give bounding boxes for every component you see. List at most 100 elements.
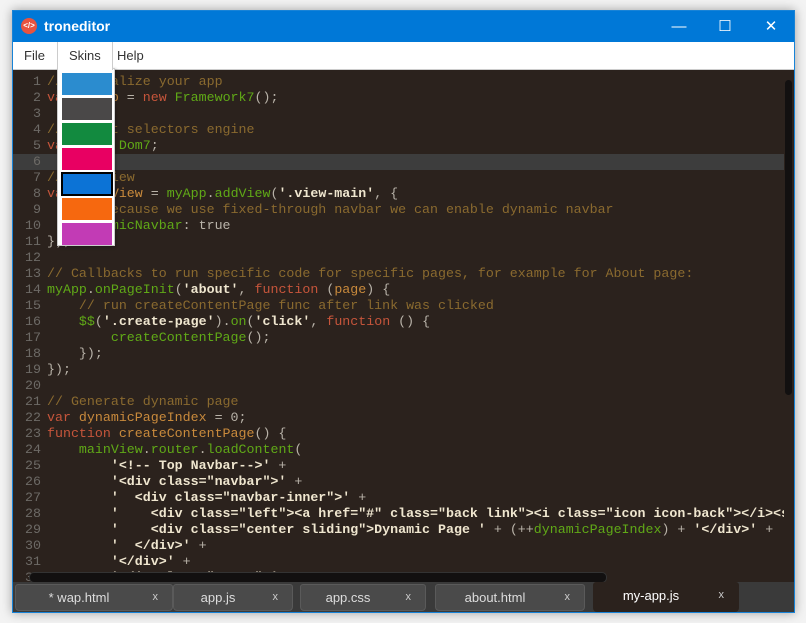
- maximize-button[interactable]: ☐: [702, 11, 748, 42]
- code-line[interactable]: 8var mainView = myApp.addView('.view-mai…: [13, 186, 784, 202]
- code-token: (: [246, 314, 255, 329]
- menu-skins[interactable]: Skins: [57, 42, 113, 70]
- app-logo-icon: </>: [21, 18, 37, 34]
- code-line[interactable]: 27 ' <div class="navbar-inner">' +: [13, 490, 784, 506]
- tab-close-icon[interactable]: x: [153, 585, 159, 610]
- line-number: 3: [33, 106, 41, 121]
- code-line[interactable]: 30 ' </div>' +: [13, 538, 784, 554]
- line-number: 21: [25, 394, 41, 409]
- line-number: 14: [25, 282, 41, 297]
- code-line[interactable]: 7// Add view: [13, 170, 784, 186]
- code-line[interactable]: 18 });: [13, 346, 784, 362]
- code-line[interactable]: 22 var dynamicPageIndex = 0;: [13, 410, 784, 426]
- tab-close-icon[interactable]: x: [719, 583, 725, 608]
- code-token: myApp: [47, 282, 87, 297]
- code-token: addView: [214, 186, 271, 201]
- tab-bar: * wap.html x app.js x app.css x about.html x my-…: [13, 582, 794, 612]
- line-number: 29: [25, 522, 41, 537]
- code-line[interactable]: 1// Initialize your app: [13, 74, 784, 90]
- skin-swatch[interactable]: [62, 198, 112, 220]
- skin-swatch[interactable]: [62, 148, 112, 170]
- code-line[interactable]: 23 function createContentPage() {: [13, 426, 784, 442]
- code-token: +: [757, 522, 774, 537]
- line-number: 20: [25, 378, 41, 393]
- menu-help[interactable]: Help: [106, 42, 155, 69]
- line-number: 17: [25, 330, 41, 345]
- code-token: onPageInit: [94, 282, 175, 297]
- code-token: =: [118, 90, 143, 105]
- code-line[interactable]: 11});: [13, 234, 784, 250]
- code-line[interactable]: 20: [13, 378, 784, 394]
- code-line[interactable]: 14 myApp.onPageInit('about', function (pa…: [13, 282, 784, 298]
- code-line[interactable]: 21 // Generate dynamic page: [13, 394, 784, 410]
- code-token: (: [174, 282, 183, 297]
- code-token: '<!-- Top Navbar-->': [110, 458, 271, 473]
- line-number: 27: [25, 490, 41, 505]
- skin-swatch[interactable]: [62, 73, 112, 95]
- code-line[interactable]: 6: [13, 154, 784, 170]
- code-line[interactable]: 13 // Callbacks to run specific code for …: [13, 266, 784, 282]
- code-token: $$: [78, 314, 95, 329]
- tab-label: * wap.html: [48, 590, 110, 605]
- tab-close-icon[interactable]: x: [273, 585, 279, 610]
- file-tab[interactable]: about.html x: [435, 584, 585, 611]
- menu-file[interactable]: File: [13, 42, 56, 69]
- code-token: (: [94, 314, 103, 329]
- code-line[interactable]: 24 mainView.router.loadContent(: [13, 442, 784, 458]
- code-line[interactable]: 5var $$ = Dom7;: [13, 138, 784, 154]
- line-number: 7: [33, 170, 41, 185]
- code-token: on: [230, 314, 247, 329]
- code-token: dynamicPageIndex: [533, 522, 662, 537]
- line-number: 10: [25, 218, 41, 233]
- code-line[interactable]: 12: [13, 250, 784, 266]
- line-number: 6: [33, 154, 41, 169]
- code-line[interactable]: 31 '</div>' +: [13, 554, 784, 570]
- tab-close-icon[interactable]: x: [565, 585, 571, 610]
- skin-swatch[interactable]: [62, 123, 112, 145]
- code-line[interactable]: 28 ' <div class="left"><a href="#" class…: [13, 506, 784, 522]
- code-line[interactable]: 4// Export selectors engine: [13, 122, 784, 138]
- code-token: ' <div class="left"><a href="#" class="b…: [110, 506, 784, 521]
- close-button[interactable]: ✕: [748, 11, 794, 42]
- code-token: myApp: [166, 186, 207, 201]
- code-token: .: [86, 282, 95, 297]
- code-token: '.create-page': [102, 314, 215, 329]
- skin-swatch[interactable]: [62, 98, 112, 120]
- code-editor[interactable]: 1// Initialize your app2var myApp = new …: [13, 70, 784, 582]
- code-line[interactable]: 15 // run createContentPage func after l…: [13, 298, 784, 314]
- file-tab[interactable]: app.css x: [300, 584, 426, 611]
- code-line[interactable]: 29 ' <div class="center sliding">Dynamic…: [13, 522, 784, 538]
- minimize-button[interactable]: —: [656, 11, 702, 42]
- tab-close-icon[interactable]: x: [406, 585, 412, 610]
- code-line[interactable]: 9 // Because we use fixed-through navbar…: [13, 202, 784, 218]
- code-line[interactable]: 25 '<!-- Top Navbar-->' +: [13, 458, 784, 474]
- code-line[interactable]: 3: [13, 106, 784, 122]
- skin-swatch[interactable]: [61, 172, 113, 196]
- code-line[interactable]: 19});: [13, 362, 784, 378]
- skins-dropdown: [57, 68, 115, 246]
- code-token: var: [47, 410, 79, 425]
- code-line[interactable]: 10 dynamicNavbar: true: [13, 218, 784, 234]
- skin-swatch[interactable]: [62, 223, 112, 245]
- code-token: function: [326, 314, 391, 329]
- line-number: 13: [25, 266, 41, 281]
- line-number: 26: [25, 474, 41, 489]
- code-token: // Callbacks to run specific code for sp…: [47, 266, 694, 281]
- file-tab[interactable]: app.js x: [173, 584, 293, 611]
- code-line[interactable]: 16 $$('.create-page').on('click', functi…: [13, 314, 784, 330]
- code-token: ();: [254, 90, 279, 105]
- code-line[interactable]: 2var myApp = new Framework7();: [13, 90, 784, 106]
- code-line[interactable]: 26 '<div class="navbar">' +: [13, 474, 784, 490]
- line-number: 30: [25, 538, 41, 553]
- file-tab[interactable]: my-app.js x: [593, 582, 739, 612]
- code-line[interactable]: 17 createContentPage();: [13, 330, 784, 346]
- line-number: 4: [33, 122, 41, 137]
- vertical-scroll-thumb[interactable]: [785, 80, 792, 395]
- code-token: ' <div class="navbar-inner">': [110, 490, 351, 505]
- file-tab[interactable]: * wap.html x: [15, 584, 173, 611]
- vertical-scrollbar[interactable]: [784, 70, 794, 582]
